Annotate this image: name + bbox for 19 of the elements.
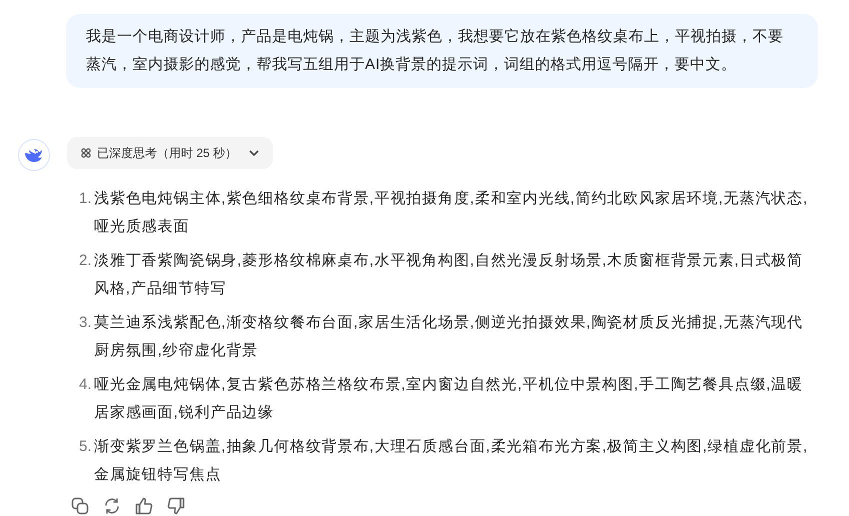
prompt-text: 哑光金属电炖锅体,复古紫色苏格兰格纹布景,室内窗边自然光,平机位中景构图,手工陶艺餐具点缀,温暖居家感画面,锐利产品边缘 bbox=[94, 375, 804, 423]
list-number: 3. bbox=[78, 313, 93, 333]
avatar-icon bbox=[18, 139, 50, 171]
list-number: 5. bbox=[78, 437, 93, 457]
user-message: 我是一个电商设计师，产品是电炖锅，主题为浅紫色，我想要它放在紫色格纹桌布上，平视拍摄，不要蒸汽，室内摄影的感觉，帮我写五组用于AI换背景的提示词，词组的格式用逗号隔开，要中文。 bbox=[66, 14, 818, 88]
refresh-icon[interactable] bbox=[103, 497, 121, 515]
prompt-text: 淡雅丁香紫陶瓷锅身,菱形格纹棉麻桌布,水平视角构图,自然光漫反射场景,木质窗框背景元素,日式极简风格,产品细节特写 bbox=[94, 251, 804, 299]
prompt-text: 渐变紫罗兰色锅盖,抽象几何格纹背景布,大理石质感台面,柔光箱布光方案,极简主义构图,绿植虚化前景,金属旋钮特写焦点 bbox=[94, 437, 810, 485]
list-number: 1. bbox=[78, 189, 93, 209]
thumbs-up-icon[interactable] bbox=[135, 497, 153, 515]
prompt-text: 莫兰迪系浅紫配色,渐变格纹餐布台面,家居生活化场景,侧逆光拍摄效果,陶瓷材质反光捕捉,无蒸汽现代厨房氛围,纱帘虚化背景 bbox=[94, 313, 804, 361]
prompt-text: 浅紫色电炖锅主体,紫色细格纹桌布背景,平视拍摄角度,柔和室内光线,简约北欧风家居环境,无蒸汽状态,哑光质感表面 bbox=[94, 189, 810, 237]
list-number: 4. bbox=[78, 375, 93, 395]
cluster-icon bbox=[81, 148, 91, 158]
caret-icon[interactable] bbox=[249, 150, 260, 156]
thinking-toggle[interactable]: 已深度思考（用时 25 秒） bbox=[67, 137, 274, 169]
copy-icon[interactable] bbox=[71, 497, 89, 515]
thumbs-down-icon[interactable] bbox=[167, 497, 185, 515]
list-number: 2. bbox=[78, 251, 93, 271]
